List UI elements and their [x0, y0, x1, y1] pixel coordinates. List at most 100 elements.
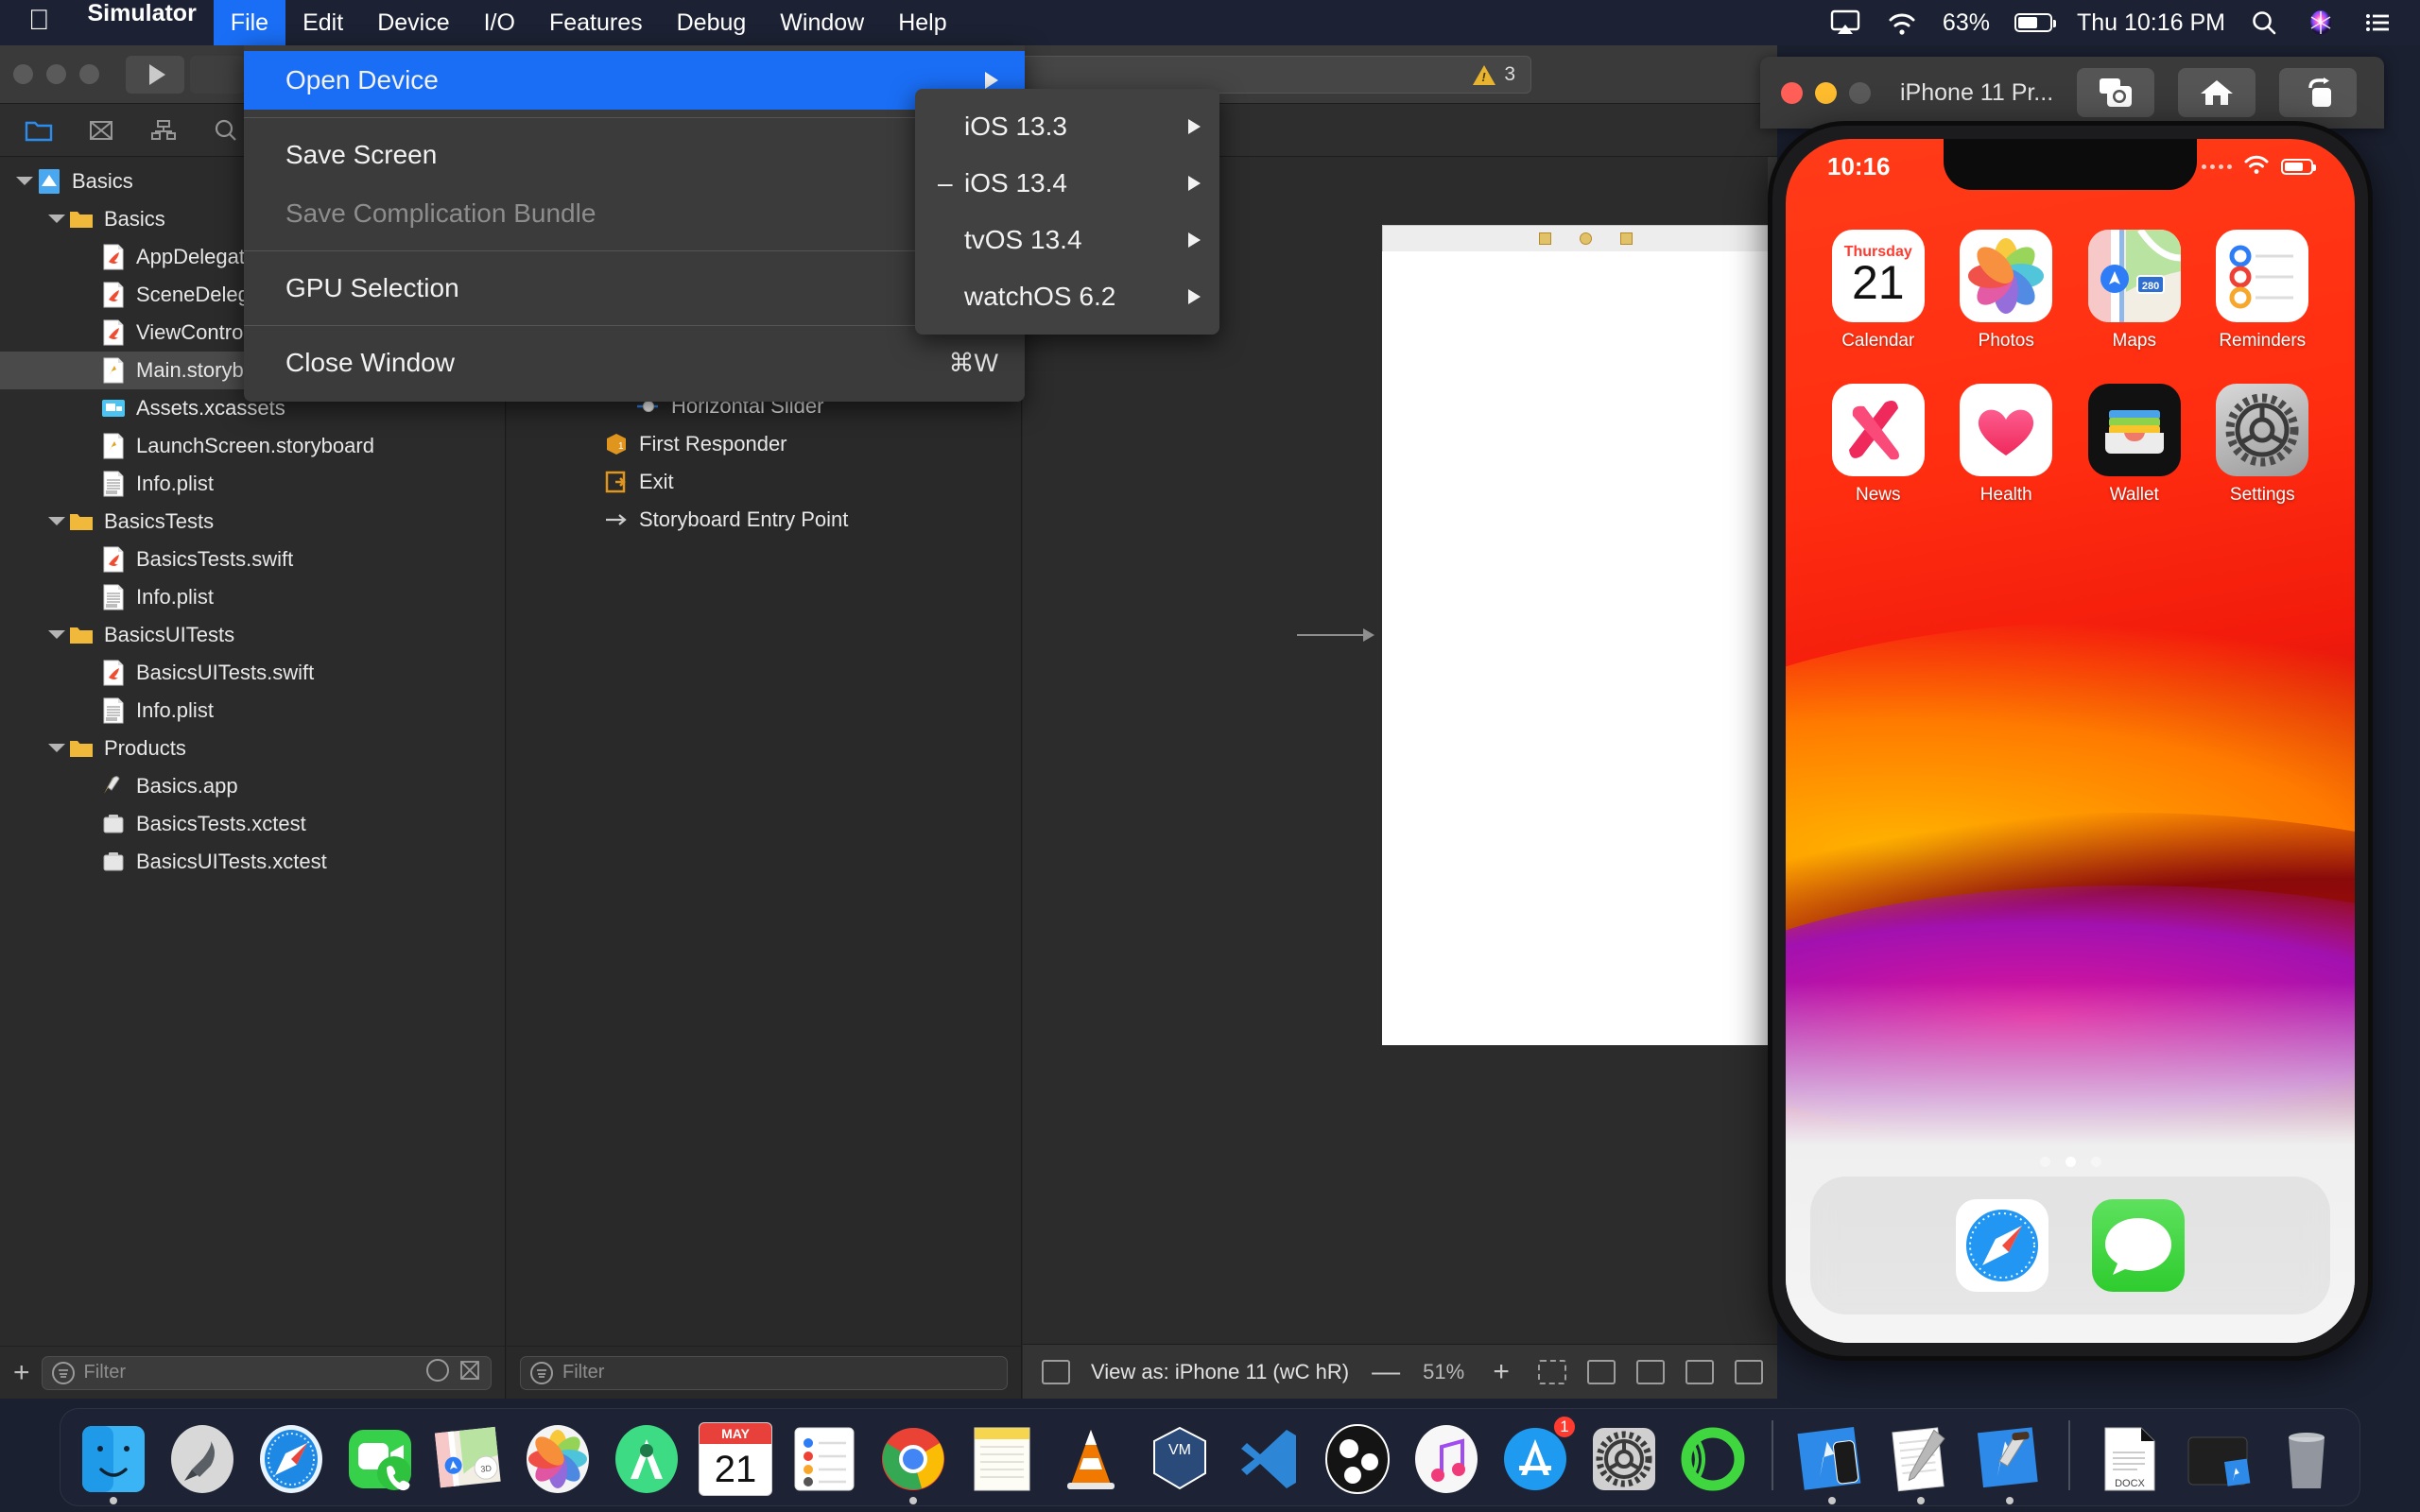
disclosure-triangle-icon[interactable] [45, 625, 66, 645]
submenu-item-tvos-13-4[interactable]: tvOS 13.4 [915, 212, 1219, 268]
dock-item-obs[interactable] [1318, 1417, 1397, 1496]
disclosure-triangle-icon[interactable] [45, 209, 66, 230]
tree-row[interactable]: BasicsTests.swift [0, 541, 505, 578]
page-dot[interactable] [2039, 1157, 2050, 1167]
embed-in-icon[interactable] [1587, 1359, 1616, 1384]
view-as-label[interactable]: View as: iPhone 11 (wC hR) [1091, 1360, 1349, 1384]
dock-item-calendar[interactable]: MAY 21 [696, 1417, 775, 1496]
simulator-maximize-button[interactable] [1849, 81, 1871, 104]
page-dot[interactable] [2090, 1157, 2101, 1167]
dock-item-system-preferences[interactable] [1584, 1417, 1664, 1496]
menu-item-window[interactable]: Window [763, 0, 881, 45]
dock-app-messages[interactable] [2092, 1199, 2185, 1292]
run-button[interactable] [126, 55, 184, 94]
page-indicator[interactable] [1786, 1157, 2355, 1167]
dock-item-launchpad[interactable] [163, 1417, 242, 1496]
dock-item-textedit[interactable] [1881, 1417, 1961, 1504]
app-health[interactable]: Health [1943, 384, 2071, 506]
disclosure-triangle-icon[interactable] [45, 738, 66, 759]
menu-item-save-screen[interactable]: Save Screen ⌘S [244, 126, 1025, 184]
dock-app-safari[interactable] [1956, 1199, 2048, 1292]
app-calendar[interactable]: Thursday 21 Calendar [1814, 230, 1943, 352]
zoom-in-button[interactable]: + [1485, 1356, 1517, 1388]
page-dot-active[interactable] [2065, 1157, 2076, 1167]
tree-row[interactable]: Basics.app [0, 767, 505, 805]
dock-item-photos[interactable] [518, 1417, 597, 1496]
app-photos[interactable]: Photos [1943, 230, 2071, 352]
app-news[interactable]: News [1814, 384, 1943, 506]
menu-item-debug[interactable]: Debug [660, 0, 764, 45]
tree-row[interactable]: Exit [507, 463, 1021, 501]
menu-item-file[interactable]: File [213, 0, 286, 45]
tree-row[interactable]: BasicsUITests [0, 616, 505, 654]
simulator-minimize-button[interactable] [1815, 81, 1837, 104]
app-reminders[interactable]: Reminders [2199, 230, 2327, 352]
outline-filter-input[interactable]: Filter [520, 1355, 1008, 1390]
disclosure-triangle-icon[interactable] [13, 171, 34, 192]
tree-row[interactable]: Products [0, 730, 505, 767]
control-center-icon[interactable] [2363, 9, 2395, 37]
search-icon[interactable] [2250, 9, 2282, 37]
menu-clock[interactable]: Thu 10:16 PM [2077, 9, 2225, 37]
dock-item-vlc[interactable] [1051, 1417, 1131, 1496]
dock-item-itunes[interactable] [1407, 1417, 1486, 1496]
tree-row[interactable]: LaunchScreen.storyboard [0, 427, 505, 465]
dock-item-finder[interactable] [74, 1417, 153, 1504]
simulator-close-button[interactable] [1781, 81, 1803, 104]
resolve-issues-icon[interactable] [1735, 1359, 1764, 1384]
home-icon[interactable] [2178, 68, 2256, 117]
add-file-button[interactable]: + [13, 1357, 30, 1389]
airplay-icon[interactable] [1829, 9, 1861, 37]
stop-button[interactable] [190, 55, 245, 94]
menu-item-features[interactable]: Features [532, 0, 660, 45]
menu-item-open-device[interactable]: Open Device [244, 51, 1025, 110]
search-icon[interactable] [212, 117, 240, 144]
app-maps[interactable]: 280 Maps [2070, 230, 2199, 352]
apple-icon[interactable]:  [0, 0, 71, 45]
tree-row[interactable]: 1 First Responder [507, 425, 1021, 463]
dock-item-reminders[interactable] [785, 1417, 864, 1496]
dock-item-safari[interactable] [251, 1417, 331, 1496]
submenu-item-ios-13-3[interactable]: iOS 13.3 [915, 98, 1219, 155]
align-icon[interactable] [1636, 1359, 1666, 1384]
app-wallet[interactable]: Wallet [2070, 384, 2199, 506]
menu-item-device[interactable]: Device [360, 0, 466, 45]
xcode-maximize-button[interactable] [79, 64, 99, 84]
dock-item-docx-file[interactable]: DOCX [2089, 1417, 2169, 1496]
xcode-close-button[interactable] [13, 64, 33, 84]
source-control-icon[interactable] [87, 117, 115, 144]
folder-icon[interactable] [25, 117, 53, 144]
dock-item-facetime[interactable] [340, 1417, 420, 1496]
tree-row[interactable]: Info.plist [0, 692, 505, 730]
dock-item-virtualbox[interactable]: VM [1140, 1417, 1219, 1496]
menu-item-io[interactable]: I/O [467, 0, 532, 45]
iphone-screen[interactable]: 10:16 Thursday 21 Calendar Photos 280 Ma… [1786, 139, 2355, 1343]
add-constraints-icon[interactable] [1685, 1359, 1715, 1384]
filter-input[interactable]: Filter [41, 1355, 492, 1390]
status-badge[interactable]: 3 [1473, 63, 1515, 86]
dock-item-trash[interactable] [2267, 1417, 2346, 1496]
tree-row[interactable]: BasicsTests [0, 503, 505, 541]
symbol-icon[interactable] [149, 117, 178, 144]
dock-item-xcode[interactable] [1970, 1417, 2049, 1504]
dock-item-simulator[interactable] [1792, 1417, 1872, 1504]
storyboard-canvas[interactable]: UIImageView Button [1023, 157, 1777, 1344]
dock-item-chrome[interactable] [873, 1417, 953, 1504]
xcode-minimize-button[interactable] [46, 64, 66, 84]
zoom-out-button[interactable]: — [1370, 1356, 1402, 1388]
recent-files-icon[interactable] [426, 1358, 449, 1382]
dock-item-vscode[interactable] [1229, 1417, 1308, 1496]
dock-item-maps[interactable]: 3D [429, 1417, 509, 1496]
device-orientation-icon[interactable] [1042, 1359, 1070, 1384]
source-control-filter-icon[interactable] [458, 1359, 481, 1387]
siri-icon[interactable] [2307, 9, 2339, 37]
tree-row[interactable]: BasicsUITests.xctest [0, 843, 505, 881]
tree-row[interactable]: Info.plist [0, 578, 505, 616]
menu-item-help[interactable]: Help [881, 0, 963, 45]
menu-item-edit[interactable]: Edit [285, 0, 360, 45]
tree-row[interactable]: BasicsTests.xctest [0, 805, 505, 843]
menu-item-close-window[interactable]: Close Window ⌘W [244, 334, 1025, 392]
battery-icon[interactable] [2014, 13, 2056, 32]
dock-item-app-store[interactable]: 1 [1495, 1415, 1577, 1496]
tree-row[interactable]: BasicsUITests.swift [0, 654, 505, 692]
